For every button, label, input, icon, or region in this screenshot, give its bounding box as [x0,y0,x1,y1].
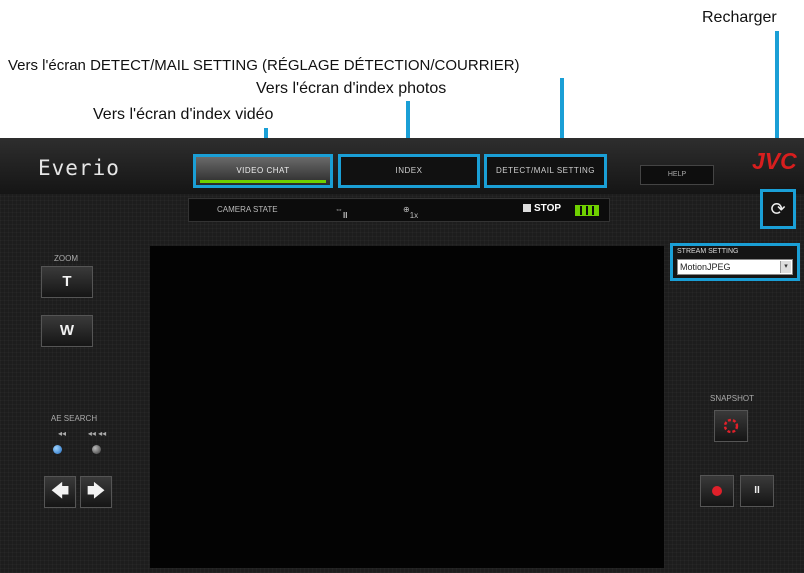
help-button[interactable]: HELP [640,165,714,185]
tab-video-chat[interactable]: VIDEO CHAT [193,154,333,188]
pan-right-button[interactable]: 🡆 [80,476,112,508]
zoom-level-icon: ⊕ 1x [403,205,419,220]
chevron-down-icon: ▾ [780,261,791,273]
rec-mode-icon: ⇔ II [335,205,348,220]
photo-index-callout: Vers l'écran d'index photos [256,80,447,97]
record-icon [712,486,722,496]
left-arrow-icon: 🡄 [50,481,70,501]
tab-detect-mail-setting[interactable]: DETECT/MAIL SETTING [484,154,607,188]
stop-status: STOP [523,203,561,214]
reload-icon: ⟳ [770,199,786,219]
everio-logo: Everio [38,156,120,180]
tab-index[interactable]: INDEX [338,154,480,188]
pan-slow-radio[interactable] [53,445,62,454]
pause-button[interactable]: II [740,475,774,507]
jvc-logo: JVC [752,148,797,174]
snapshot-label: SNAPSHOT [709,394,754,403]
pause-icon: II [754,485,760,496]
stream-setting-label: STREAM SETTING [677,248,739,255]
reload-callout: Recharger [702,9,777,26]
zoom-tele-button[interactable]: T [41,266,93,298]
pan-left-button[interactable]: 🡄 [44,476,76,508]
pan-slow-label: ◂◂ [57,429,67,438]
snapshot-button[interactable] [714,410,748,442]
stream-format-select[interactable]: MotionJPEG ▾ [677,259,793,275]
record-button[interactable] [700,475,734,507]
shutter-icon [723,418,739,434]
detect-mail-callout: Vers l'écran DETECT/MAIL SETTING (RÉGLAG… [8,57,520,74]
video-index-callout: Vers l'écran d'index vidéo [93,106,274,123]
zoom-wide-button[interactable]: W [41,315,93,347]
video-feed-area [150,246,664,568]
everio-app-window: Everio VIDEO CHAT INDEX DETECT/MAIL SETT… [0,138,804,573]
pan-label: AE SEARCH [50,414,98,423]
right-arrow-icon: 🡆 [86,481,106,501]
reload-button[interactable]: ⟳ [760,189,796,229]
stream-format-value: MotionJPEG [680,262,731,272]
stream-setting-panel: STREAM SETTING MotionJPEG ▾ [670,243,800,281]
top-bar: Everio VIDEO CHAT INDEX DETECT/MAIL SETT… [0,138,804,194]
pan-fast-radio[interactable] [92,445,101,454]
battery-icon [575,205,599,216]
camera-state-label: CAMERA STATE [217,205,278,214]
pan-fast-label: ◂◂ ◂◂ [87,429,107,438]
camera-status-bar: CAMERA STATE ⇔ II ⊕ 1x STOP [188,198,610,222]
zoom-label: ZOOM [54,254,78,263]
